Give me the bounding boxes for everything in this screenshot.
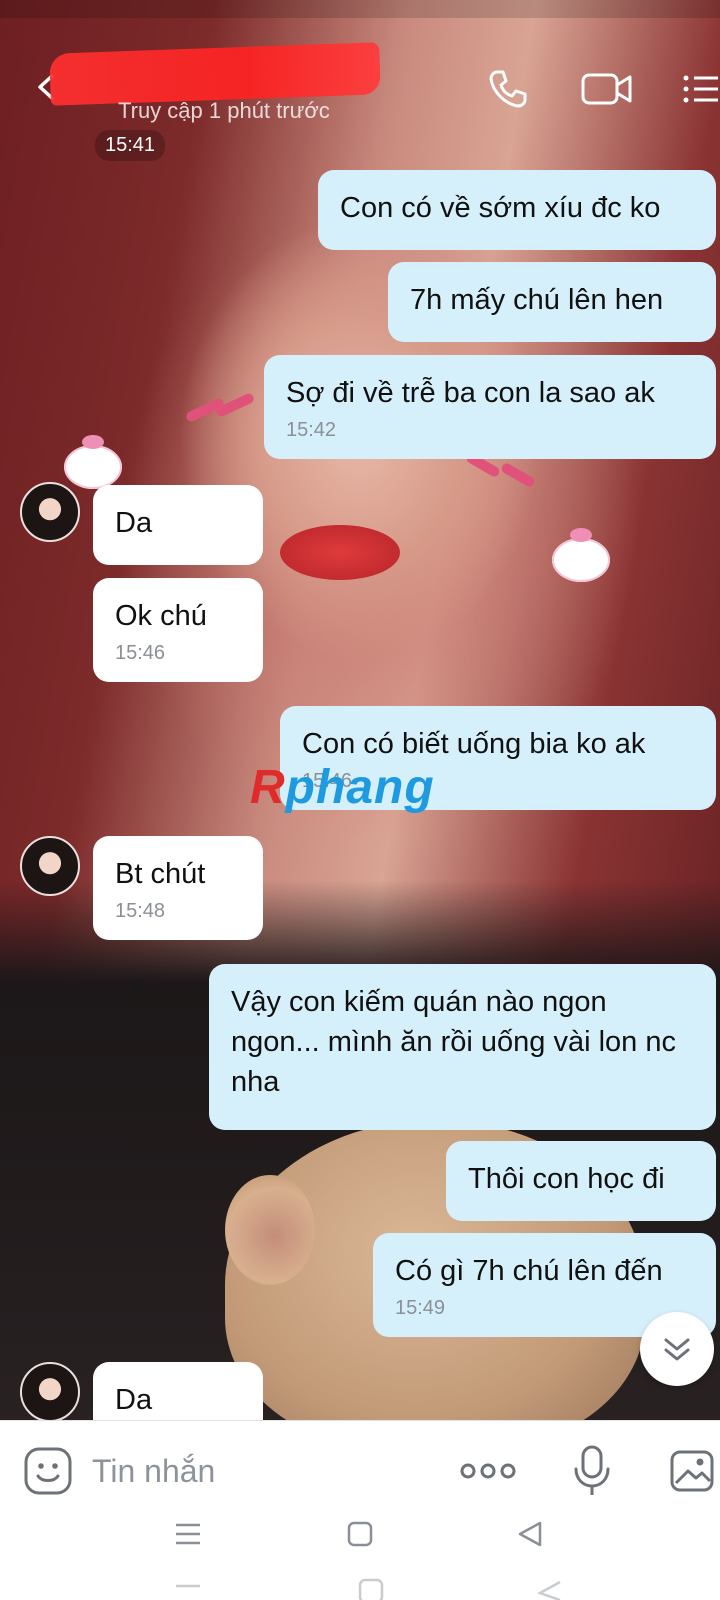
microphone-icon <box>574 1445 610 1495</box>
message-text: Có gì 7h chú lên đến <box>395 1255 663 1287</box>
message-text: 7h mấy chú lên hen <box>410 284 664 316</box>
message-text: Con có biết uống bia ko ak <box>302 728 646 760</box>
message-text: Da <box>115 1384 153 1416</box>
list-menu-icon <box>683 75 718 103</box>
more-dots-icon <box>460 1463 516 1479</box>
double-chevron-down-icon <box>664 1338 690 1361</box>
gallery-button[interactable] <box>668 1447 716 1495</box>
message-bubble-outgoing[interactable]: Vậy con kiếm quán nào ngon ngon... mình … <box>209 964 716 1130</box>
message-time: 15:49 <box>395 1297 446 1319</box>
voice-message-button[interactable] <box>570 1443 614 1499</box>
chat-menu-button[interactable] <box>680 66 720 112</box>
background-cat-sticker <box>552 528 610 582</box>
message-text: Con có về sớm xíu đc ko <box>340 192 661 224</box>
duplicated-nav-row <box>176 1578 561 1600</box>
recent-apps-button[interactable] <box>168 1514 208 1554</box>
message-time: 15:48 <box>115 900 166 922</box>
message-text: Da <box>115 507 153 539</box>
message-bubble-incoming[interactable]: Ok chú 15:46 <box>93 578 263 682</box>
video-camera-icon <box>581 73 632 105</box>
message-bubble-outgoing[interactable]: Sợ đi về trễ ba con la sao ak 15:42 <box>264 355 716 459</box>
message-text: Bt chút <box>115 858 206 890</box>
background-detail <box>280 525 400 580</box>
header-time-label: 15:41 <box>95 130 166 161</box>
watermark-rest: phang <box>285 761 435 814</box>
system-navigation-bar <box>0 1500 720 1600</box>
emoji-button[interactable] <box>22 1445 74 1497</box>
video-call-button[interactable] <box>580 66 632 112</box>
message-bubble-outgoing[interactable]: Thôi con học đi <box>446 1141 716 1221</box>
message-bubble-incoming[interactable]: Bt chút 15:48 <box>93 836 263 940</box>
message-bubble-outgoing[interactable]: 7h mấy chú lên hen <box>388 262 716 342</box>
message-text: Ok chú <box>115 600 207 632</box>
scroll-to-bottom-button[interactable] <box>640 1312 714 1386</box>
status-bar <box>0 0 720 18</box>
message-text: Thôi con học đi <box>468 1163 665 1195</box>
system-back-button[interactable] <box>510 1514 550 1554</box>
chat-header: Truy cập 1 phút trước 15:41 <box>0 20 720 161</box>
avatar[interactable] <box>20 482 80 542</box>
watermark-first-letter: R <box>250 761 286 814</box>
message-time: 15:42 <box>286 419 337 441</box>
message-text: Sợ đi về trễ ba con la sao ak <box>286 377 655 409</box>
call-button[interactable] <box>485 66 531 112</box>
background-teddy-ear <box>225 1175 315 1285</box>
square-home-icon <box>347 1521 373 1547</box>
image-icon <box>670 1450 714 1492</box>
background-cat-sticker <box>64 435 122 489</box>
message-bubble-outgoing[interactable]: Con có về sớm xíu đc ko <box>318 170 716 250</box>
watermark-logo: Rphang <box>250 760 435 815</box>
message-text: Vậy con kiếm quán nào ngon ngon... mình … <box>231 986 676 1098</box>
avatar[interactable] <box>20 1362 80 1422</box>
message-bubble-incoming[interactable]: Da <box>93 485 263 565</box>
message-input[interactable] <box>92 1449 422 1493</box>
redacted-contact-name <box>49 42 381 106</box>
phone-icon <box>489 70 527 108</box>
avatar[interactable] <box>20 836 80 896</box>
triangle-back-icon <box>518 1521 542 1547</box>
smiley-icon <box>24 1447 72 1495</box>
last-seen-status: Truy cập 1 phút trước <box>118 98 330 123</box>
more-options-button[interactable] <box>458 1459 518 1483</box>
menu-lines-icon <box>176 1523 200 1545</box>
message-time: 15:46 <box>115 642 166 664</box>
home-button[interactable] <box>340 1514 380 1554</box>
